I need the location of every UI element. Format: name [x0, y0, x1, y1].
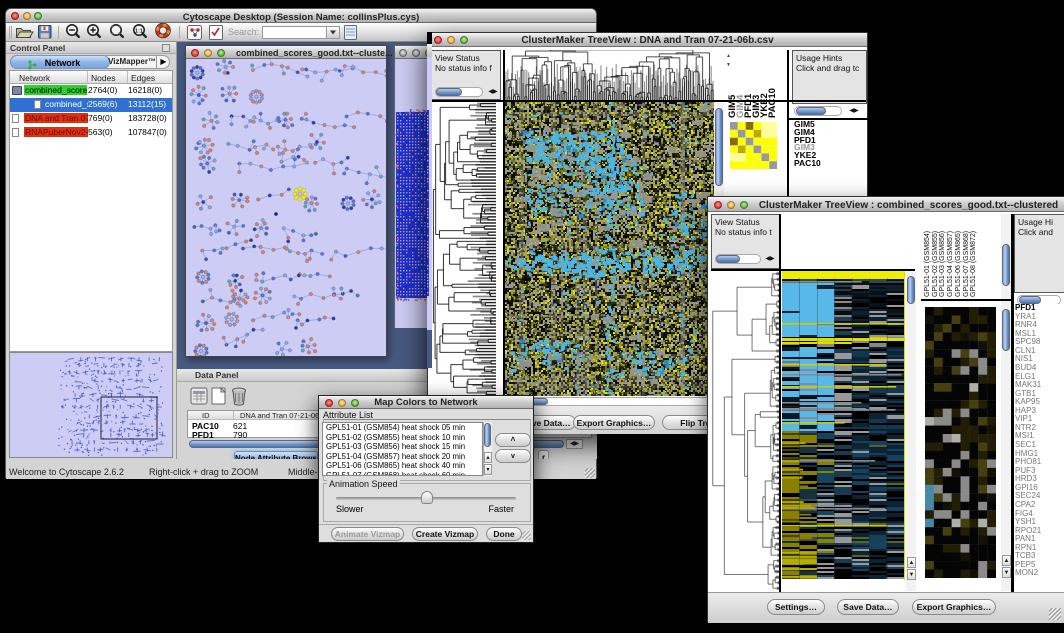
- svg-text:1:1: 1:1: [135, 28, 143, 34]
- svg-text:Search:: Search:: [228, 27, 259, 37]
